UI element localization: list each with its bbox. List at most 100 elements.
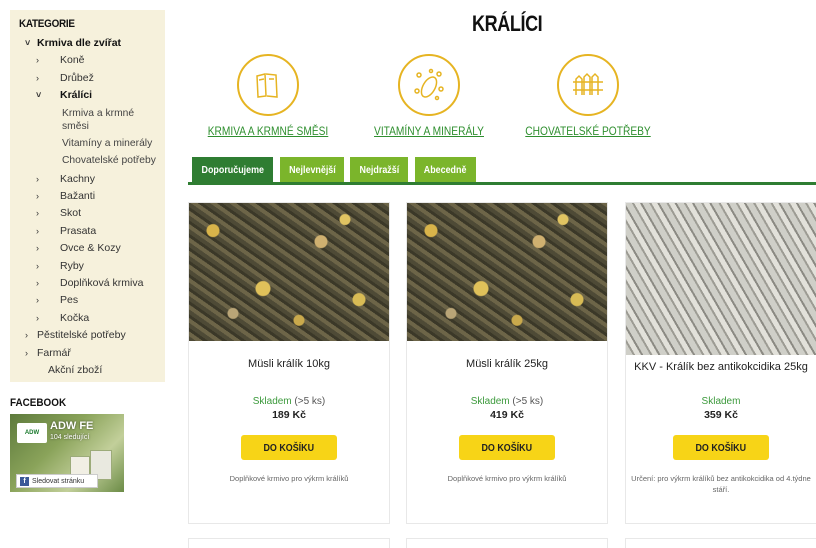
product-image[interactable] (189, 203, 389, 341)
sidebar-item-krmiva-dle-zvirat[interactable]: ˅ Krmiva dle zvířat (19, 35, 157, 52)
tab-nejlevnejsi[interactable]: Nejlevnější (280, 157, 344, 182)
sidebar-item-label: Drůbež (60, 71, 94, 84)
product-name[interactable]: Müsli králík 10kg (189, 358, 389, 370)
subcategory-chovatelske[interactable]: CHOVATELSKÉ POTŘEBY (513, 54, 663, 138)
product-image[interactable] (407, 203, 607, 341)
tab-label: Doporučujeme (201, 163, 264, 176)
product-card-partial[interactable] (625, 538, 816, 548)
sidebar-item-label: Vitamíny a minerály (62, 137, 153, 149)
product-name[interactable]: KKV - Králík bez antikokcidika 25kg (626, 361, 816, 373)
subcategory-label[interactable]: CHOVATELSKÉ POTŘEBY (524, 124, 652, 138)
tab-label: Nejdražší (359, 163, 399, 176)
chevron-right-icon: › (36, 191, 39, 202)
button-label: DO KOŠÍKU (695, 441, 747, 454)
sidebar-item-label: Krmiva dle zvířat (37, 37, 122, 49)
stock-status: Skladem (626, 396, 816, 407)
chevron-right-icon: › (36, 260, 39, 271)
sidebar-item-label: Doplňková krmiva (60, 277, 144, 290)
sidebar-item-label: Ovce & Kozy (60, 242, 121, 255)
chevron-right-icon: › (36, 312, 39, 323)
facebook-title: FACEBOOK (10, 397, 67, 409)
sidebar-item-ryby[interactable]: › Ryby (19, 258, 157, 275)
subcategory-label[interactable]: VITAMÍNY A MINERÁLY (365, 124, 493, 138)
sidebar-item-kone[interactable]: › Koně (19, 52, 157, 69)
sidebar-item-kachny[interactable]: › Kachny (19, 171, 157, 188)
sidebar-item-label: Ryby (60, 259, 84, 272)
sidebar-title: KATEGORIE (19, 18, 75, 30)
chevron-right-icon: › (36, 72, 39, 83)
tab-doporucujeme[interactable]: Doporučujeme (192, 157, 273, 182)
add-to-cart-button[interactable]: DO KOŠÍKU (459, 435, 555, 460)
chevron-down-icon: ˅ (36, 90, 42, 101)
sidebar-item-label: Kočka (60, 311, 90, 324)
sidebar-item-farmar[interactable]: › Farmář (19, 345, 157, 362)
chevron-right-icon: › (36, 243, 39, 254)
sidebar-item-label: Skot (60, 207, 82, 220)
chevron-right-icon: › (36, 208, 39, 219)
feed-bags-icon[interactable] (237, 54, 299, 116)
sidebar-item-kralici[interactable]: ˅ Králíci (19, 87, 157, 104)
stock-label: Skladem (701, 396, 741, 407)
tab-nejdrazsi[interactable]: Nejdražší (350, 157, 408, 182)
tab-label: Nejlevnější (288, 163, 336, 176)
product-name[interactable]: Müsli králík 25kg (407, 358, 607, 370)
follow-button-label: Sledovat stránku (32, 477, 85, 485)
stock-count: (>5 ks) (512, 396, 544, 407)
sidebar-subitem-vitaminy[interactable]: Vitamíny a minerály (19, 137, 157, 150)
facebook-widget[interactable]: ADW ADW FE 104 sledující f Sledovat strá… (10, 414, 124, 492)
sidebar-item-drubez[interactable]: › Drůbež (19, 70, 157, 87)
stock-label: Skladem (252, 396, 292, 407)
subcategory-krmiva[interactable]: KRMIVA A KRMNÉ SMĚSI (193, 54, 343, 138)
sidebar-item-label: Krmiva a krmné směsi (62, 107, 135, 132)
button-label: DO KOŠÍKU (263, 441, 315, 454)
sidebar-item-label: Akční zboží (48, 364, 103, 377)
sidebar-item-label: Kachny (60, 172, 96, 185)
chevron-right-icon: › (36, 225, 39, 236)
add-to-cart-button[interactable]: DO KOŠÍKU (673, 435, 769, 460)
sidebar-item-prasata[interactable]: › Prasata (19, 223, 157, 240)
tab-abecedne[interactable]: Abecedně (415, 157, 476, 182)
facebook-follow-button[interactable]: f Sledovat stránku (16, 474, 98, 488)
product-card[interactable]: KKV - Králík bez antikokcidika 25kg Skla… (625, 202, 816, 524)
sidebar-subitem-krmiva[interactable]: Krmiva a krmné směsi (19, 107, 157, 133)
button-label: DO KOŠÍKU (481, 441, 533, 454)
sidebar-item-pestitelske[interactable]: › Pěstitelské potřeby (19, 327, 157, 344)
sidebar-item-kocka[interactable]: › Kočka (19, 310, 157, 327)
chevron-down-icon: ˅ (25, 38, 31, 48)
facebook-page-name[interactable]: ADW FE (50, 420, 93, 432)
product-card[interactable]: Müsli králík 25kg Skladem (>5 ks) 419 Kč… (406, 202, 608, 524)
stock-status: Skladem (>5 ks) (407, 396, 607, 407)
product-description: Doplňkové krmivo pro výkrm králíků (229, 474, 349, 483)
product-card-partial[interactable] (406, 538, 608, 548)
sidebar-item-skot[interactable]: › Skot (19, 205, 157, 222)
subcategory-vitaminy[interactable]: VITAMÍNY A MINERÁLY (354, 54, 504, 138)
tab-label: Abecedně (424, 163, 467, 176)
sidebar-item-label: Chovatelské potřeby (62, 154, 156, 166)
stock-label: Skladem (470, 396, 510, 407)
product-description: Doplňkové krmivo pro výkrm králíků (447, 474, 567, 483)
chevron-right-icon: › (36, 173, 39, 184)
product-price: 359 Kč (704, 409, 738, 421)
sidebar-item-akcni-zbozi[interactable]: Akční zboží (19, 362, 157, 379)
stock-count: (>5 ks) (294, 396, 326, 407)
chevron-right-icon: › (36, 55, 39, 66)
sidebar-item-doplnkova-krmiva[interactable]: › Doplňková krmiva (19, 275, 157, 292)
product-card-partial[interactable] (188, 538, 390, 548)
sidebar-item-bazanti[interactable]: › Bažanti (19, 188, 157, 205)
add-to-cart-button[interactable]: DO KOŠÍKU (241, 435, 337, 460)
facebook-icon: f (20, 476, 29, 486)
product-description: Určení: pro výkrm králíků bez antikokcid… (631, 474, 811, 494)
sidebar-item-label: Farmář (37, 346, 71, 359)
sidebar-item-label: Pes (60, 294, 79, 307)
subcategory-label[interactable]: KRMIVA A KRMNÉ SMĚSI (204, 124, 332, 138)
product-card[interactable]: Müsli králík 10kg Skladem (>5 ks) 189 Kč… (188, 202, 390, 524)
sidebar-item-pes[interactable]: › Pes (19, 292, 157, 309)
product-price: 189 Kč (272, 409, 306, 421)
sidebar-item-label: Pěstitelské potřeby (37, 329, 126, 342)
seeds-vitamins-icon[interactable] (398, 54, 460, 116)
sidebar-item-label: Bažanti (60, 190, 96, 203)
fence-icon[interactable] (557, 54, 619, 116)
sidebar-subitem-chovatelske[interactable]: Chovatelské potřeby (19, 154, 157, 167)
sidebar-item-ovce-kozy[interactable]: › Ovce & Kozy (19, 240, 157, 257)
product-image[interactable] (626, 203, 816, 355)
